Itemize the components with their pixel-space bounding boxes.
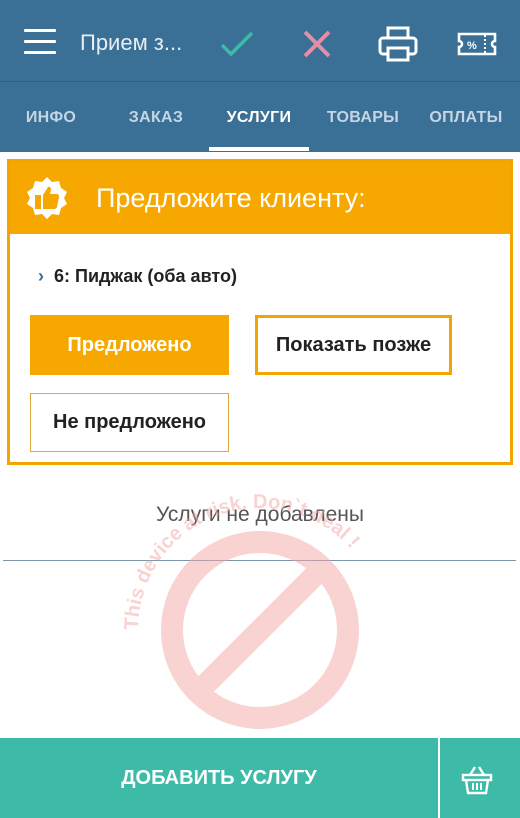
- suggested-item[interactable]: › 6: Пиджак (оба авто): [38, 266, 237, 287]
- tab-bar: ИНФО ЗАКАЗ УСЛУГИ ТОВАРЫ ОПЛАТЫ: [0, 81, 520, 152]
- tab-goods[interactable]: ТОВАРЫ: [317, 82, 409, 153]
- page-title: Прием з...: [80, 30, 183, 55]
- offered-button[interactable]: Предложено: [30, 315, 229, 375]
- basket-icon[interactable]: [460, 762, 494, 796]
- discount-ticket-icon[interactable]: %: [455, 22, 499, 66]
- close-icon[interactable]: [295, 22, 339, 66]
- suggestion-card: Предложите клиенту: › 6: Пиджак (оба авто…: [7, 159, 513, 465]
- bottom-bar: ДОБАВИТЬ УСЛУГУ: [0, 738, 520, 818]
- svg-text:%: %: [467, 40, 477, 52]
- menu-icon[interactable]: [24, 29, 56, 59]
- app-bar: Прием з... %: [0, 0, 520, 81]
- tab-order[interactable]: ЗАКАЗ: [106, 82, 206, 153]
- check-icon[interactable]: [214, 22, 258, 66]
- tab-info[interactable]: ИНФО: [5, 82, 97, 153]
- prohibited-sign-icon: This device at risk. Don`t deal !: [121, 491, 364, 729]
- active-tab-indicator: [209, 147, 309, 151]
- tab-services[interactable]: УСЛУГИ: [209, 82, 309, 153]
- thumbs-up-badge-icon: [27, 177, 67, 219]
- printer-icon[interactable]: [376, 22, 420, 66]
- suggestion-header: Предложите клиенту:: [10, 162, 510, 234]
- bottom-separator: [438, 738, 440, 818]
- add-service-button[interactable]: ДОБАВИТЬ УСЛУГУ: [0, 738, 438, 818]
- chevron-right-icon: ›: [38, 266, 44, 286]
- show-later-button[interactable]: Показать позже: [255, 315, 452, 375]
- not-offered-button[interactable]: Не предложено: [30, 393, 229, 452]
- suggested-item-label: 6: Пиджак (оба авто): [54, 266, 237, 286]
- suggestion-title: Предложите клиенту:: [96, 183, 366, 213]
- tab-payments[interactable]: ОПЛАТЫ: [418, 82, 514, 153]
